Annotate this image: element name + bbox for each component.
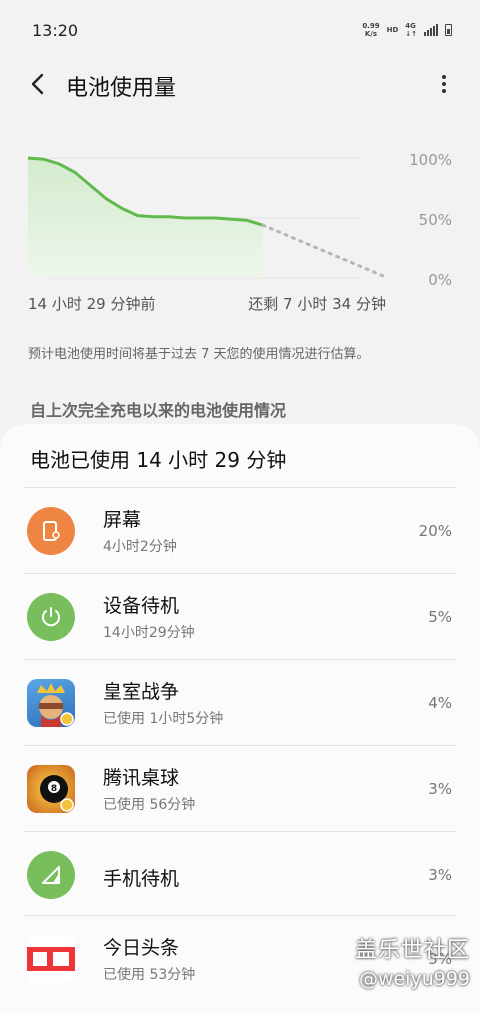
usage-row-screen[interactable]: 屏幕 4小时2分钟 20% [0,488,480,574]
usage-row-billiards[interactable]: 8 腾讯桌球 已使用 56分钟 3% [0,746,480,832]
screen-icon [27,507,75,555]
prediction-line [261,223,390,280]
watermark-community: 盖乐世社区 [354,938,470,963]
usage-name: 腾讯桌球 [103,767,180,789]
usage-percent: 4% [428,694,452,712]
usage-name: 屏幕 [103,509,142,531]
status-icons: 0.99 K/s HD 4G ↓↑ [362,22,452,38]
usage-name: 设备待机 [103,595,180,617]
y-tick-0: 0% [428,271,452,289]
svg-text:8: 8 [51,784,57,794]
usage-percent: 5% [428,608,452,626]
section-title: 自上次完全充电以来的电池使用情况 [30,401,287,420]
usage-name: 今日头条 [103,937,180,959]
status-bar: 13:20 0.99 K/s HD 4G ↓↑ [0,0,480,60]
power-icon [27,593,75,641]
estimate-note: 预计电池使用时间将基于过去 7 天您的使用情况进行估算。 [28,347,370,362]
usage-duration: 已使用 53分钟 [103,967,196,983]
usage-name: 手机待机 [103,868,180,890]
usage-duration: 已使用 1小时5分钟 [103,711,224,727]
status-time: 13:20 [32,20,79,40]
x-label-remaining: 还剩 7 小时 34 分钟 [248,295,386,313]
back-button[interactable] [26,72,50,96]
net-speed: 0.99 K/s [362,22,380,38]
y-tick-50: 50% [418,211,452,229]
watermark-user: @weiyu999 [358,968,470,990]
usage-total-title: 电池已使用 14 小时 29 分钟 [30,448,287,472]
toutiao-icon [27,935,75,983]
usage-name: 皇室战争 [103,681,180,703]
network-4g-icon: 4G ↓↑ [405,22,417,38]
usage-percent: 20% [418,522,452,540]
signal-icon [27,851,75,899]
usage-duration: 4小时2分钟 [103,539,177,555]
watermark: 盖乐世社区 @weiyu999 [355,932,470,990]
x-label-start: 14 小时 29 分钟前 [28,295,156,313]
usage-row-phone-idle[interactable]: 手机待机 3% [0,832,480,916]
usage-row-device-idle[interactable]: 设备待机 14小时29分钟 5% [0,574,480,660]
usage-percent: 3% [428,780,452,798]
usage-duration: 已使用 56分钟 [103,797,196,813]
billiards-icon: 8 [27,765,75,813]
usage-duration: 14小时29分钟 [103,625,195,641]
chevron-left-icon [31,73,44,95]
signal-strength-icon [424,24,438,36]
more-options-icon[interactable] [432,72,456,96]
usage-row-clash-royale[interactable]: 皇室战争 已使用 1小时5分钟 4% [0,660,480,746]
y-tick-100: 100% [409,151,452,169]
battery-chart [27,156,390,280]
hd-icon: HD [386,26,399,34]
app-header: 电池使用量 [0,60,480,108]
battery-icon [445,24,452,36]
clash-royale-icon [27,679,75,727]
page-title: 电池使用量 [66,76,177,101]
usage-card: 电池已使用 14 小时 29 分钟 屏幕 4小时2分钟 20% 设备待机 14小… [0,424,480,1013]
usage-percent: 3% [428,866,452,884]
